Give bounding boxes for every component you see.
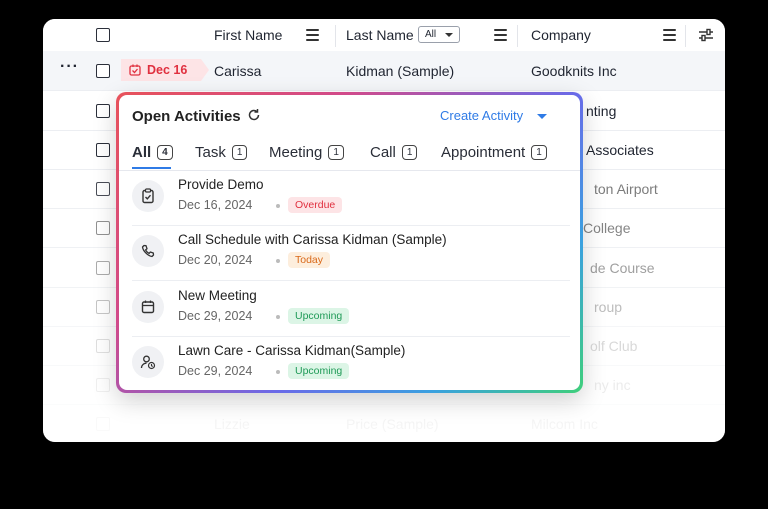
active-tab-indicator — [132, 167, 171, 169]
cell-first-name[interactable]: Lizzie — [214, 404, 250, 442]
row-checkbox[interactable] — [96, 378, 110, 392]
last-name-filter-value: All — [425, 29, 437, 40]
column-divider — [517, 25, 518, 47]
activity-date-label: Dec 16 — [147, 63, 188, 77]
cell-company[interactable]: Associates — [586, 130, 654, 169]
activity-title[interactable]: Call Schedule with Carissa Kidman (Sampl… — [178, 232, 447, 247]
refresh-icon[interactable] — [247, 108, 261, 122]
row-checkbox[interactable] — [96, 261, 110, 275]
activity-item[interactable]: New Meeting Dec 29, 2024 Upcoming — [132, 282, 570, 337]
cell-company-text: nting — [586, 102, 617, 119]
cell-company[interactable]: Goodknits Inc — [531, 51, 617, 90]
cell-last-name[interactable]: Price (Sample) — [346, 404, 439, 442]
separator-dot — [276, 259, 280, 263]
status-badge: Today — [288, 252, 331, 268]
last-name-filter-select[interactable]: All — [418, 26, 460, 43]
tab-label: Call — [370, 144, 396, 161]
activity-date: Dec 29, 2024 — [178, 309, 253, 323]
table-row[interactable]: Lizzie Price (Sample) Milcom Inc — [43, 404, 725, 442]
table-header: First Name Last Name All Company — [43, 19, 725, 52]
tab-count: 4 — [157, 145, 173, 160]
row-checkbox[interactable] — [96, 143, 110, 157]
row-actions-icon[interactable]: ··· — [60, 47, 79, 86]
activity-title[interactable]: Provide Demo — [178, 177, 264, 192]
cell-company[interactable]: olf Club — [590, 326, 637, 365]
table-row[interactable]: ··· Dec 16 Carissa Kidman (Sample) Goodk… — [43, 51, 725, 91]
cell-company[interactable]: ny inc — [594, 365, 631, 404]
activity-date: Dec 20, 2024 — [178, 253, 253, 267]
activity-tabs: All 4 Task 1 Meeting 1 Call 1 Appointmen… — [119, 140, 580, 171]
calendar-icon — [132, 291, 164, 323]
separator-dot — [276, 315, 280, 319]
activity-item[interactable]: Lawn Care - Carissa Kidman(Sample) Dec 2… — [132, 337, 570, 390]
row-checkbox[interactable] — [96, 221, 110, 235]
cell-company[interactable]: de Course — [590, 248, 655, 287]
tab-count: 1 — [328, 145, 344, 160]
activity-item[interactable]: Provide Demo Dec 16, 2024 Overdue — [132, 171, 570, 226]
activity-item[interactable]: Call Schedule with Carissa Kidman (Sampl… — [132, 226, 570, 281]
activity-title[interactable]: Lawn Care - Carissa Kidman(Sample) — [178, 343, 405, 358]
activity-date: Dec 29, 2024 — [178, 364, 253, 378]
row-checkbox[interactable] — [96, 339, 110, 353]
create-activity-button[interactable]: Create Activity — [440, 108, 523, 123]
task-check-icon — [129, 64, 141, 76]
cell-company[interactable]: roup — [594, 287, 622, 326]
cell-last-name[interactable]: Kidman (Sample) — [346, 51, 454, 90]
appointment-icon — [132, 346, 164, 378]
chevron-down-icon[interactable] — [537, 114, 547, 119]
column-divider — [335, 25, 336, 47]
row-checkbox[interactable] — [96, 64, 110, 78]
activity-title[interactable]: New Meeting — [178, 288, 257, 303]
column-header-first-name[interactable]: First Name — [214, 19, 282, 51]
status-badge: Overdue — [288, 197, 343, 213]
tab-label: Appointment — [441, 144, 526, 161]
tab-meeting[interactable]: Meeting 1 — [269, 144, 344, 161]
chevron-down-icon — [445, 33, 453, 37]
tab-call[interactable]: Call 1 — [370, 144, 418, 161]
column-header-last-name[interactable]: Last Name — [346, 19, 414, 51]
first-name-menu-icon[interactable] — [306, 29, 319, 41]
cell-company[interactable]: Milcom Inc — [531, 404, 598, 442]
tab-count: 1 — [231, 145, 248, 160]
task-icon — [132, 180, 164, 212]
cell-company[interactable]: ton Airport — [594, 169, 658, 208]
tab-task[interactable]: Task 1 — [195, 144, 248, 161]
activity-date-tag[interactable]: Dec 16 — [121, 59, 209, 81]
status-badge: Upcoming — [288, 363, 350, 379]
last-name-menu-icon[interactable] — [494, 29, 507, 41]
popover-title: Open Activities — [132, 108, 241, 125]
row-checkbox[interactable] — [96, 417, 110, 431]
row-checkbox[interactable] — [96, 104, 110, 118]
cell-company[interactable]: College — [583, 208, 630, 247]
column-divider — [685, 25, 686, 47]
row-checkbox[interactable] — [96, 300, 110, 314]
tab-label: All — [132, 144, 152, 161]
tab-count: 1 — [531, 145, 547, 160]
tab-appointment[interactable]: Appointment 1 — [441, 144, 547, 161]
status-badge: Upcoming — [288, 308, 350, 324]
select-all-checkbox[interactable] — [96, 28, 110, 42]
company-menu-icon[interactable] — [663, 29, 676, 41]
tab-label: Task — [195, 144, 226, 161]
tab-all[interactable]: All 4 — [132, 144, 173, 161]
column-header-company[interactable]: Company — [531, 19, 591, 51]
activity-date: Dec 16, 2024 — [178, 198, 253, 212]
separator-dot — [276, 204, 280, 208]
phone-icon — [132, 235, 164, 267]
tab-count: 1 — [401, 145, 418, 160]
row-checkbox[interactable] — [96, 182, 110, 196]
open-activities-popover: Open Activities Create Activity All 4 Ta… — [116, 92, 583, 393]
cell-first-name[interactable]: Carissa — [214, 51, 261, 90]
column-settings-icon[interactable] — [698, 28, 714, 42]
tab-label: Meeting — [269, 144, 323, 161]
separator-dot — [276, 370, 280, 374]
